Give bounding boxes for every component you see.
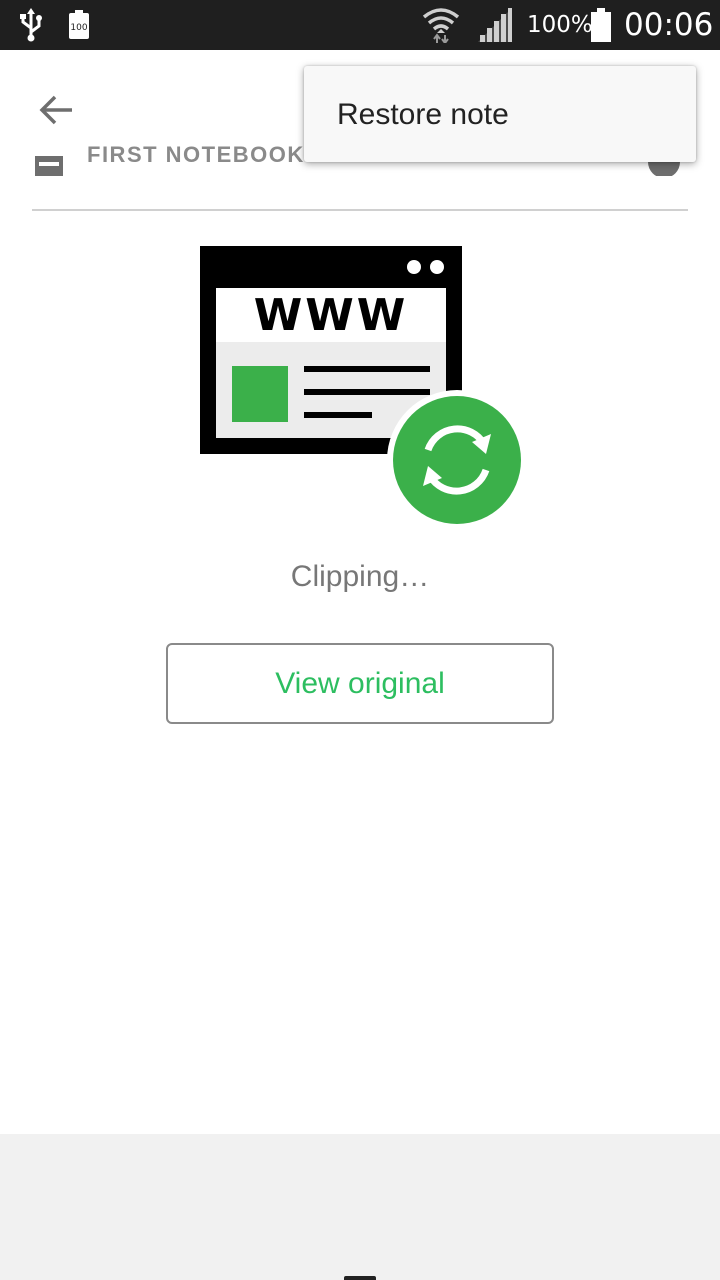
svg-text:100: 100 [70,23,87,33]
notebook-icon [35,156,63,176]
svg-text:WWW: WWW [254,290,409,341]
bottom-handle[interactable] [344,1276,376,1280]
view-original-button[interactable]: View original [166,643,554,724]
usb-icon [18,0,44,50]
notebook-name: FIRST NOTEBOOK [87,142,305,167]
status-bar: 100 100% 00:06 [0,0,720,50]
bottom-panel [0,1134,720,1280]
clipping-status-text: Clipping… [290,560,430,593]
overflow-menu: Restore note [304,66,696,162]
wifi-icon [422,0,460,50]
divider [32,209,688,211]
signal-icon [478,0,514,50]
restore-note-menu-item[interactable]: Restore note [304,66,696,162]
battery-saver-icon: 100 [68,0,90,50]
battery-percentage: 100% [527,12,593,38]
clipping-illustration: WWW [200,246,527,530]
battery-icon [590,0,612,50]
clock: 00:06 [624,7,714,43]
